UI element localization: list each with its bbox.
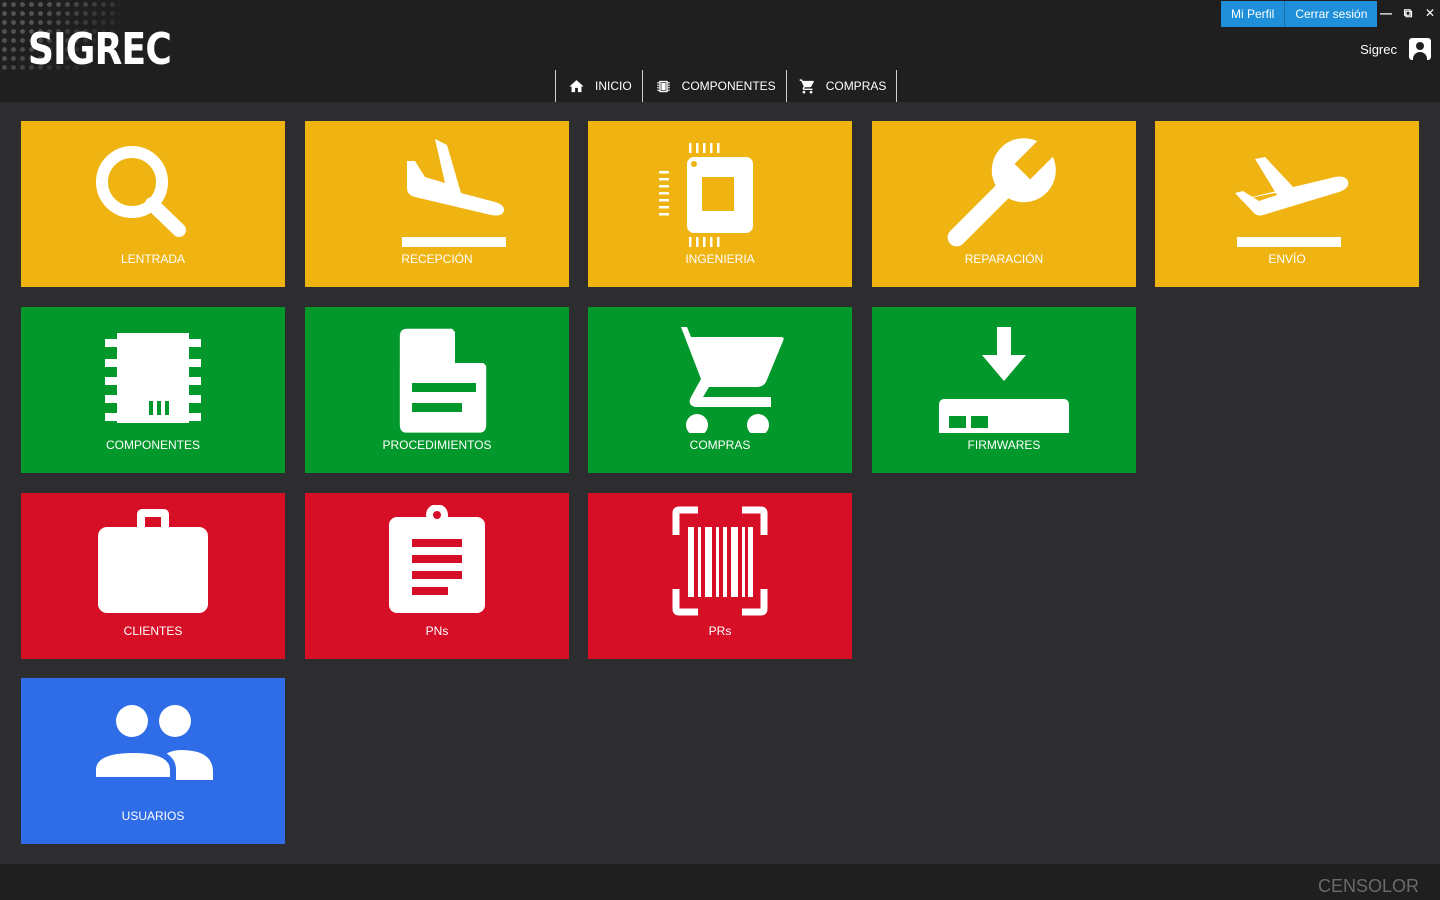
profile-buttons: Mi Perfil Cerrar sesión [1221, 1, 1378, 27]
window-controls: — ⧉ ✕ [1378, 4, 1438, 22]
tile-procedimientos[interactable]: PROCEDIMIENTOS [305, 307, 569, 473]
tile-label: PROCEDIMIENTOS [382, 438, 492, 452]
tile-recepcion[interactable]: RECEPCIÓN [305, 121, 569, 287]
tile-label: RECEPCIÓN [401, 252, 473, 266]
nav-item-label: INICIO [595, 79, 632, 93]
chip-icon [656, 80, 670, 92]
nav-item-componentes[interactable]: COMPONENTES [643, 70, 787, 102]
minimize-button[interactable]: — [1378, 4, 1394, 22]
download-router-icon [939, 327, 1069, 433]
restore-button[interactable]: ⧉ [1400, 4, 1416, 22]
tile-label: PNs [425, 624, 449, 638]
nav-bar: INICIO COMPONENTES COMPRAS [0, 70, 1440, 102]
nav-item-label: COMPRAS [825, 79, 887, 93]
document-icon [399, 328, 489, 433]
airplane-takeoff-icon [1235, 157, 1349, 247]
tile-label: ENVÍO [1268, 252, 1306, 266]
title-bar: SIGREC Mi Perfil Cerrar sesión — ⧉ ✕ Sig… [0, 0, 1440, 75]
processor-icon [659, 143, 753, 247]
my-profile-button[interactable]: Mi Perfil [1221, 1, 1285, 27]
tile-label: INGENIERIA [685, 252, 755, 266]
cart-icon [669, 327, 784, 433]
close-button[interactable]: ✕ [1422, 4, 1438, 22]
wrench-icon [947, 135, 1059, 247]
cart-icon [799, 78, 814, 94]
tile-label: CLIENTES [123, 624, 183, 638]
user-name: Sigrec [1360, 41, 1397, 57]
tile-ingenieria[interactable]: INGENIERIA [588, 121, 852, 287]
search-icon [96, 146, 186, 237]
tile-usuarios[interactable]: USUARIOS [21, 678, 285, 844]
tile-label: USUARIOS [121, 809, 185, 823]
main-content: LENTRADA RECEPCIÓN INGENIERIA REPARACIÓN… [0, 102, 1440, 864]
barcode-scan-icon [672, 506, 768, 616]
tile-envio[interactable]: ENVÍO [1155, 121, 1419, 287]
logout-button[interactable]: Cerrar sesión [1284, 1, 1378, 27]
memory-icon [105, 333, 201, 423]
tile-prs[interactable]: PRs [588, 493, 852, 659]
nav-group: INICIO COMPONENTES COMPRAS [555, 70, 898, 102]
footer-brand: CENSOLOR [1317, 876, 1419, 896]
tile-label: COMPONENTES [105, 438, 200, 452]
tile-lentrada[interactable]: LENTRADA [21, 121, 285, 287]
briefcase-icon [98, 509, 208, 613]
tile-label: FIRMWARES [967, 438, 1041, 452]
tile-reparacion[interactable]: REPARACIÓN [872, 121, 1136, 287]
tile-pns[interactable]: PNs [305, 493, 569, 659]
home-icon [569, 79, 584, 92]
nav-item-compras[interactable]: COMPRAS [787, 70, 898, 102]
tile-label: REPARACIÓN [964, 252, 1044, 266]
airplane-landing-icon [402, 139, 506, 247]
tile-clientes[interactable]: CLIENTES [21, 493, 285, 659]
footer: CENSOLOR [0, 864, 1440, 900]
nav-item-inicio[interactable]: INICIO [556, 70, 643, 102]
tile-label: COMPRAS [689, 438, 751, 452]
nav-item-label: COMPONENTES [681, 79, 776, 93]
user-area: Sigrec [1360, 38, 1431, 60]
users-icon [90, 705, 213, 783]
clipboard-icon [389, 505, 485, 613]
tile-label: PRs [708, 624, 732, 638]
tile-compras[interactable]: COMPRAS [588, 307, 852, 473]
user-account-icon[interactable] [1409, 38, 1431, 60]
app-logo: SIGREC [28, 24, 172, 75]
tile-label: LENTRADA [120, 252, 185, 266]
tile-firmwares[interactable]: FIRMWARES [872, 307, 1136, 473]
tile-componentes[interactable]: COMPONENTES [21, 307, 285, 473]
